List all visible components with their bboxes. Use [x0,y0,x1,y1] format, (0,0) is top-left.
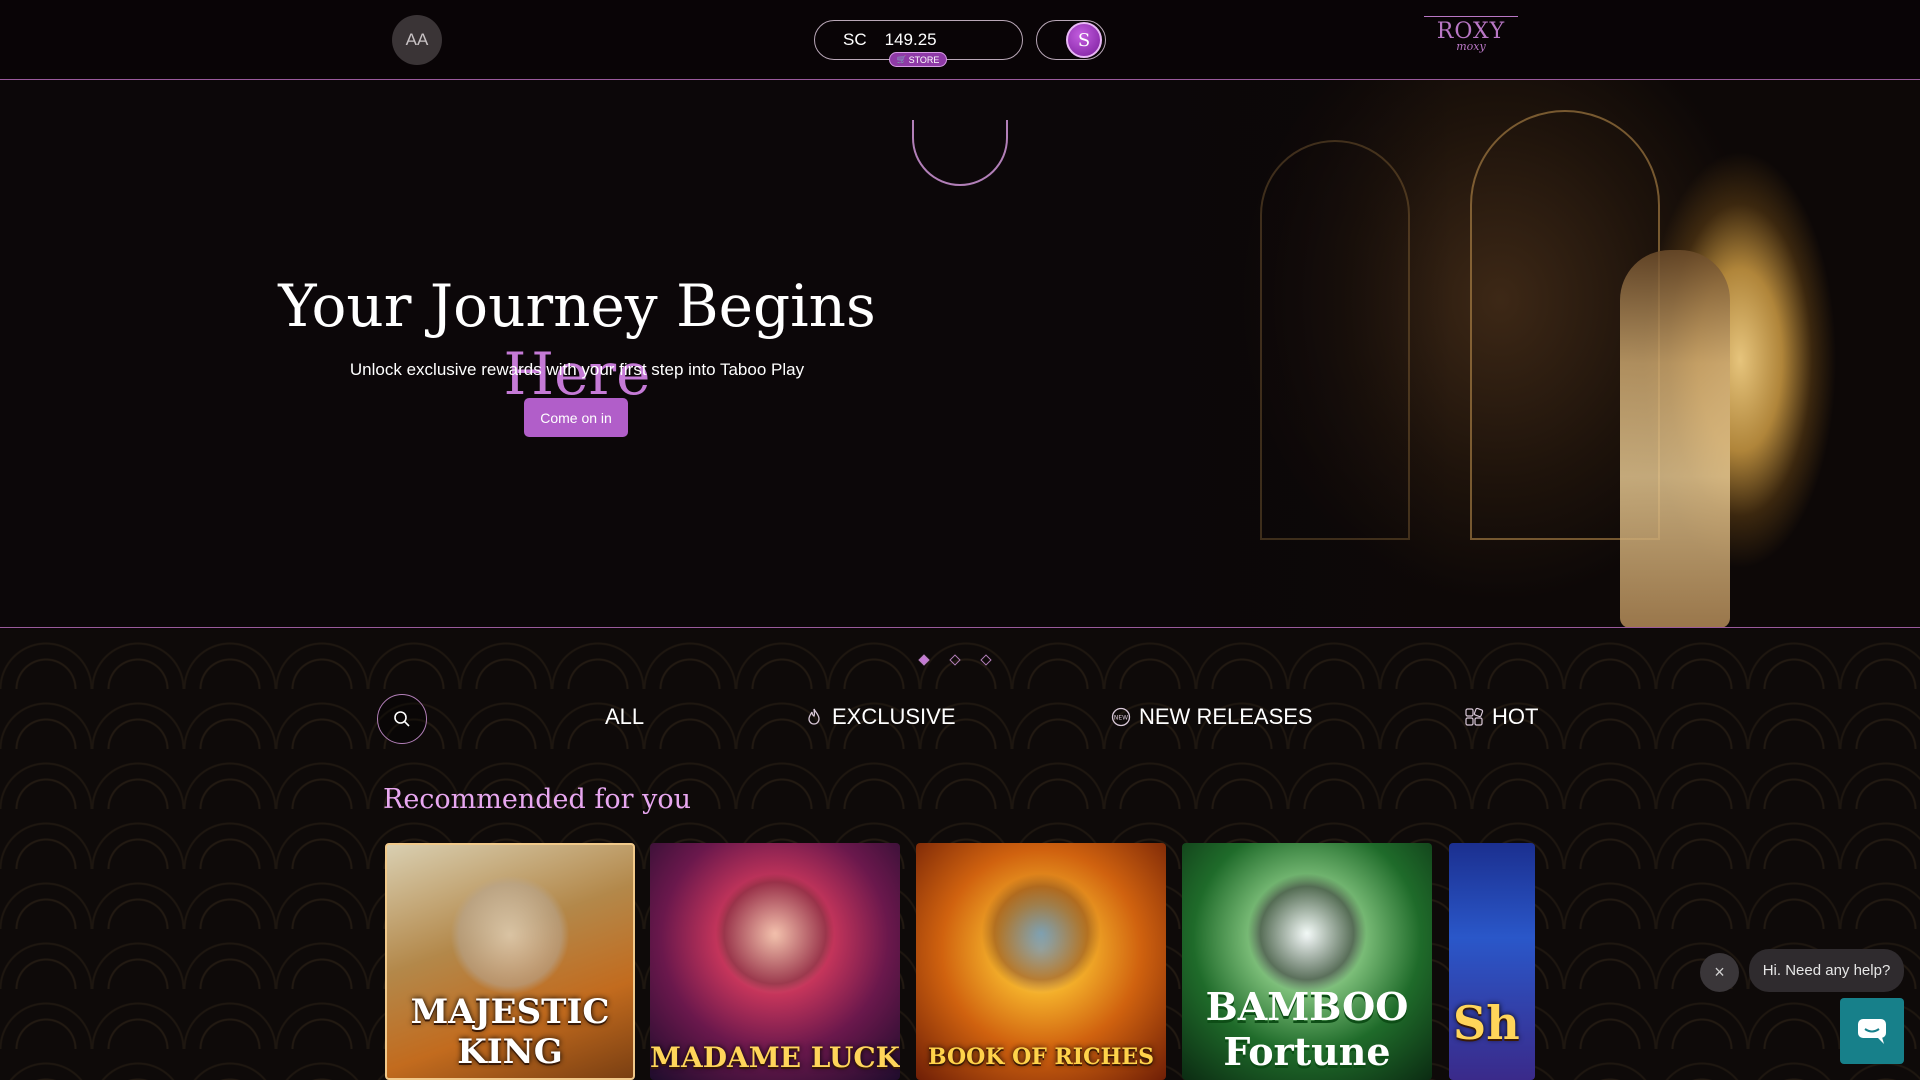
chat-greeting[interactable]: Hi. Need any help? [1749,949,1904,992]
logo-ornament [1424,16,1518,17]
chat-icon [1858,1019,1886,1044]
lady-artwork [715,873,835,993]
tab-new-releases[interactable]: NEW NEW RELEASES [1111,704,1313,730]
brand-logo[interactable]: ROXY moxy [1416,14,1526,64]
game-card[interactable]: MADAME LUCK [650,843,900,1080]
currency-toggle[interactable]: S [1036,20,1106,60]
logo-text-secondary: moxy [1456,40,1486,53]
game-title: MAJESTIC KING [410,992,610,1072]
tab-label: HOT [1492,704,1539,729]
user-avatar[interactable]: AA [392,15,442,65]
chat-launcher-button[interactable] [1840,998,1904,1064]
tab-label: EXCLUSIVE [832,704,956,729]
new-badge-icon: NEW [1111,707,1131,727]
carousel-dots [918,654,992,666]
game-title: MADAME LUCK [650,1041,900,1074]
game-card[interactable]: Sh [1449,843,1535,1080]
game-title: BAMBOO Fortune [1205,984,1409,1074]
game-title: BOOK OF RICHES [927,1044,1155,1070]
store-label: STORE [908,54,940,65]
tab-exclusive[interactable]: EXCLUSIVE [804,704,956,730]
balance-amount: 149.25 [884,30,937,49]
decorative-arch [912,120,1008,186]
hero-image [1140,80,1920,627]
search-button[interactable] [377,694,427,744]
book-artwork [981,873,1101,993]
flame-icon [808,708,820,725]
chat-close-button[interactable]: × [1700,953,1739,992]
woman-figure [1620,250,1730,627]
top-header: AA SC 149.25 🛒 STORE S ROXY moxy [0,0,1920,80]
store-badge[interactable]: 🛒 STORE [889,52,947,67]
carousel-dot-2[interactable] [949,654,961,666]
currency-label: SC [843,30,867,49]
game-title: Sh [1453,996,1520,1050]
sweeps-coin-icon: S [1066,22,1102,58]
tab-label: ALL [605,704,645,729]
panda-artwork [1247,873,1367,993]
carousel-dot-1[interactable] [918,654,930,666]
door-ornament [1260,140,1410,540]
lion-artwork [450,875,570,995]
dice-icon [1465,707,1484,726]
tab-hot[interactable]: HOT [1464,704,1538,730]
carousel-dot-3[interactable] [980,654,992,666]
search-icon [394,711,410,727]
section-title: Recommended for you [383,784,692,815]
svg-text:NEW: NEW [1114,715,1128,722]
come-on-in-button[interactable]: Come on in [524,398,628,437]
game-card[interactable]: MAJESTIC KING [385,843,635,1080]
game-card[interactable]: BAMBOO Fortune [1182,843,1432,1080]
cart-icon: 🛒 [896,55,907,64]
tab-label: NEW RELEASES [1139,704,1313,729]
hero-subtitle: Unlock exclusive rewards with your first… [349,360,805,379]
close-icon: × [1714,962,1725,982]
hero-title: Your Journey Begins Here [278,272,876,408]
game-card[interactable]: BOOK OF RICHES [916,843,1166,1080]
tab-all[interactable]: ALL [605,704,644,730]
